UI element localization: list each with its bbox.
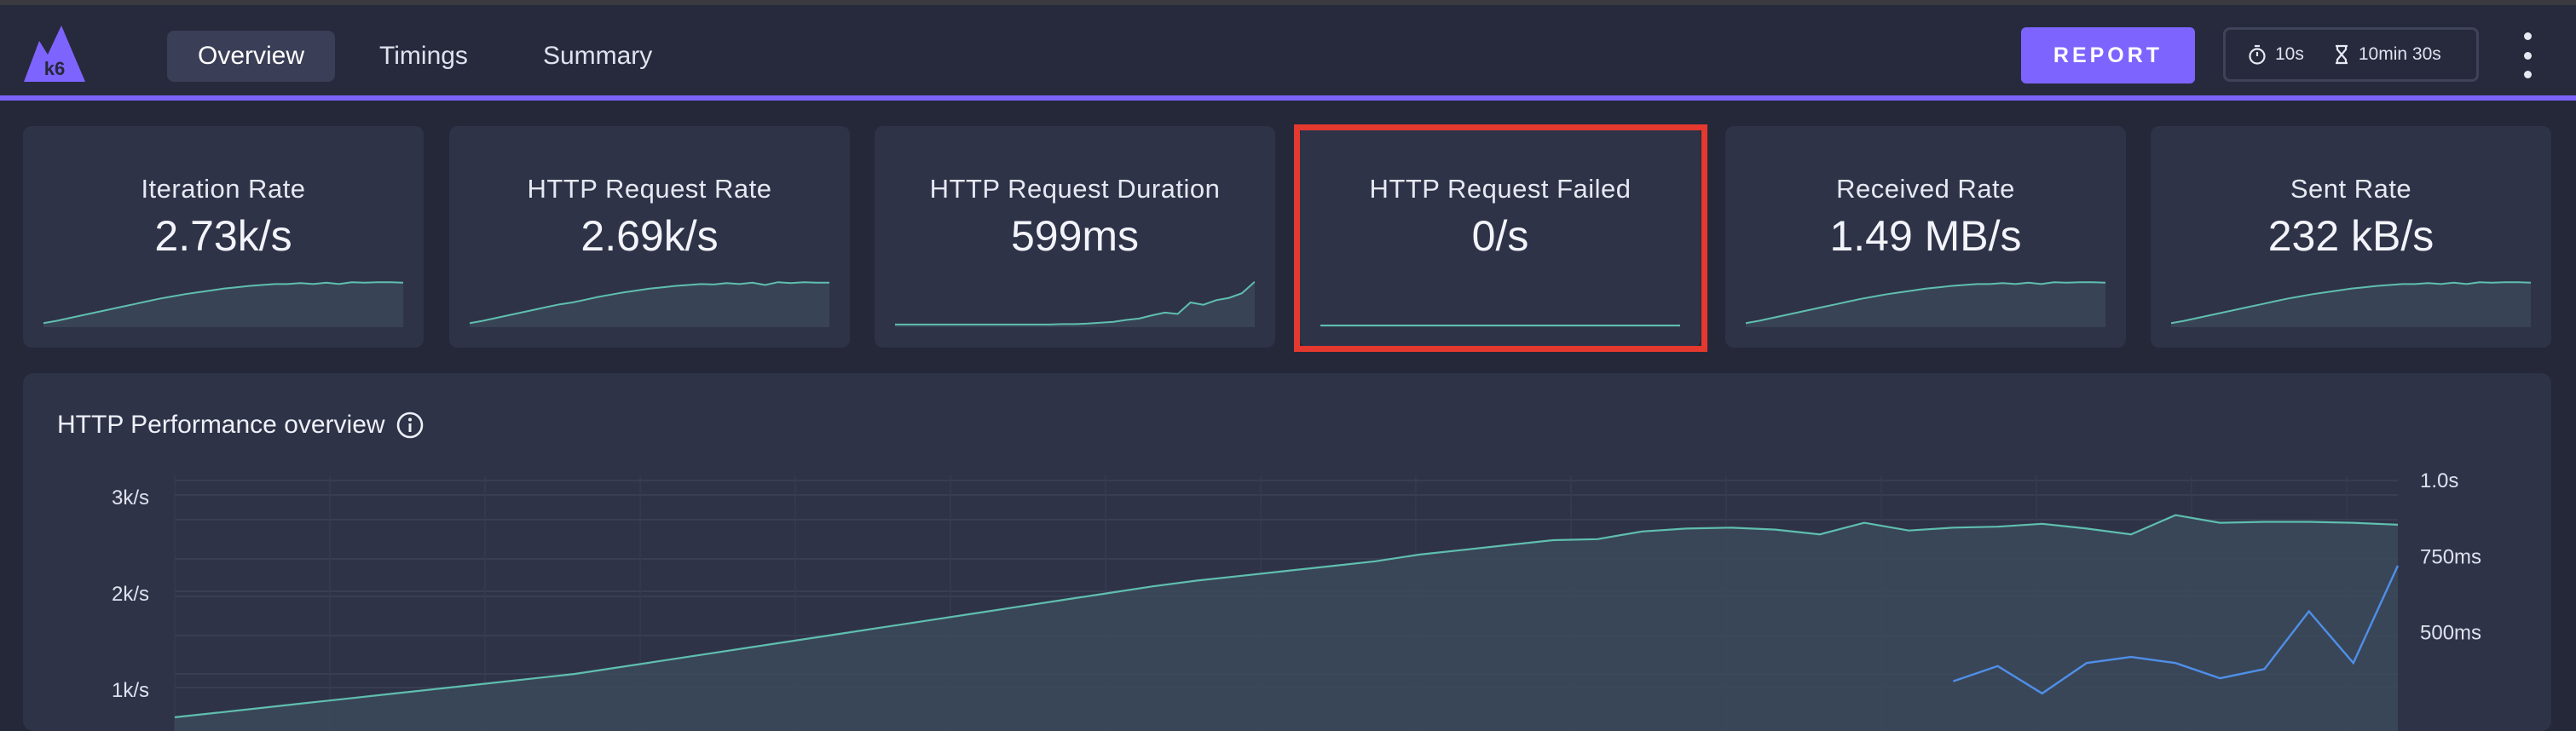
- y-left-tick-label: 3k/s: [112, 486, 149, 509]
- y-right-tick-label: 500ms: [2420, 622, 2481, 645]
- sparkline: [895, 280, 1255, 327]
- hourglass-icon: [2335, 44, 2348, 65]
- test-duration[interactable]: 10min 30s: [2333, 44, 2441, 65]
- card-value: 0/s: [1471, 212, 1529, 260]
- tab-timings[interactable]: Timings: [349, 31, 499, 82]
- sparkline: [470, 281, 829, 327]
- sparkline: [2171, 281, 2531, 327]
- y-right-tick-label: 1.0s: [2420, 469, 2458, 492]
- report-button[interactable]: REPORT: [2021, 27, 2195, 83]
- card-value: 599ms: [1010, 212, 1140, 260]
- stat-card-http-request-duration: HTTP Request Duration 599ms: [875, 126, 1275, 348]
- stat-card-http-request-rate: HTTP Request Rate 2.69k/s: [449, 126, 850, 348]
- card-value: 2.73k/s: [154, 212, 292, 260]
- time-controls: 10s 10min 30s: [2223, 27, 2479, 82]
- panel-title: HTTP Performance overview: [57, 411, 425, 440]
- y-right-tick-label: 750ms: [2420, 545, 2481, 568]
- refresh-interval-value: 10s: [2275, 44, 2304, 64]
- card-title: Received Rate: [1836, 174, 2015, 204]
- tab-overview[interactable]: Overview: [167, 31, 336, 82]
- stat-card-sent-rate: Sent Rate 232 kB/s: [2151, 126, 2551, 348]
- stat-card-http-request-failed: HTTP Request Failed 0/s: [1300, 126, 1701, 348]
- y-left-tick-label: 1k/s: [112, 679, 149, 702]
- stopwatch-icon: [2249, 44, 2266, 65]
- card-title: HTTP Request Failed: [1369, 174, 1632, 204]
- card-title: HTTP Request Duration: [929, 174, 1221, 204]
- card-value: 232 kB/s: [2267, 212, 2434, 260]
- stat-card-received-rate: Received Rate 1.49 MB/s: [1725, 126, 2126, 348]
- main-tabs: Overview Timings Summary: [167, 31, 683, 82]
- panel-title-text: HTTP Performance overview: [57, 411, 385, 439]
- card-title: Iteration Rate: [141, 174, 306, 204]
- refresh-interval[interactable]: 10s: [2248, 44, 2304, 65]
- y-left-tick-label: 2k/s: [112, 583, 149, 606]
- card-title: Sent Rate: [2290, 174, 2412, 204]
- sparkline: [1746, 281, 2105, 327]
- request-rate-area: [175, 515, 2398, 731]
- more-options-icon[interactable]: [2515, 32, 2540, 78]
- stat-card-iteration-rate: Iteration Rate 2.73k/s: [23, 126, 424, 348]
- http-performance-panel: 3k/s 2k/s 1k/s 1.0s 750ms 500ms HTTP Performa…: [23, 373, 2551, 731]
- sparkline: [43, 281, 403, 327]
- card-value: 2.69k/s: [580, 212, 719, 260]
- card-value: 1.49 MB/s: [1829, 212, 2022, 260]
- sparkline: [1320, 325, 1680, 327]
- info-icon[interactable]: [396, 411, 425, 440]
- top-navigation-bar: k6 Overview Timings Summary REPORT 10s 1…: [0, 5, 2576, 95]
- k6-logo[interactable]: k6: [22, 24, 87, 83]
- tab-summary[interactable]: Summary: [512, 31, 683, 82]
- header-accent-line: [0, 95, 2576, 101]
- logo-text: k6: [44, 58, 65, 79]
- card-title: HTTP Request Rate: [527, 174, 772, 204]
- test-duration-value: 10min 30s: [2358, 44, 2441, 64]
